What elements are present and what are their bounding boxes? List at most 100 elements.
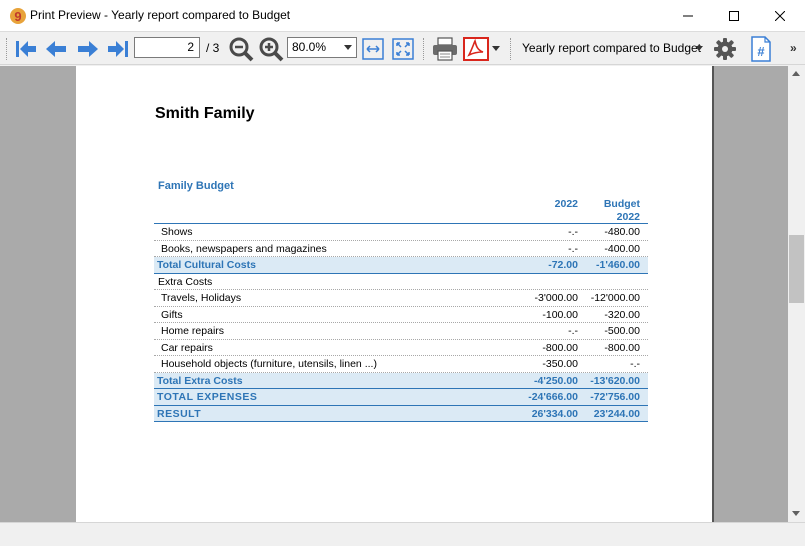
row-value-budget: -1'460.00: [596, 259, 640, 271]
row-value-2022: -4'250.00: [534, 374, 578, 387]
title-bar: 9 Print Preview - Yearly report compared…: [0, 0, 805, 32]
page-total-label: / 3: [206, 41, 220, 55]
zoom-select[interactable]: 80.0%: [287, 37, 357, 58]
maximize-button[interactable]: [711, 0, 757, 32]
row-value-budget: -12'000.00: [590, 292, 640, 304]
table-row: Gifts -100.00 -320.00: [154, 307, 648, 323]
export-dropdown-button[interactable]: [488, 35, 504, 62]
print-button[interactable]: [431, 35, 459, 62]
previous-page-button[interactable]: [42, 35, 70, 62]
row-value-2022: -350.00: [542, 358, 578, 370]
row-label: TOTAL EXPENSES: [157, 391, 258, 403]
zoom-in-icon: [259, 37, 284, 61]
table-row: Travels, Holidays -3'000.00 -12'000.00: [154, 290, 648, 307]
chevron-down-icon: [695, 46, 703, 51]
row-value-2022: -24'666.00: [528, 391, 578, 403]
row-value-budget: -500.00: [604, 325, 640, 337]
row-value-budget: -480.00: [604, 226, 640, 238]
row-value-2022: -.-: [568, 226, 578, 238]
minimize-icon: [683, 15, 693, 17]
fit-width-button[interactable]: [359, 35, 387, 62]
column-header-budget-line1: Budget: [603, 198, 640, 210]
banana-app-icon: 9: [10, 8, 26, 24]
row-label: Travels, Holidays: [161, 292, 242, 304]
export-pdf-button[interactable]: [462, 35, 490, 62]
zoom-value: 80.0%: [292, 40, 327, 54]
row-label: Extra Costs: [158, 275, 213, 288]
table-body: Shows -.- -480.00 Books, newspapers and mag…: [154, 224, 648, 422]
previous-page-icon: [46, 40, 66, 57]
row-label: Home repairs: [161, 325, 225, 337]
chevron-down-icon: [344, 45, 352, 50]
close-button[interactable]: [757, 0, 803, 32]
row-value-budget: -400.00: [604, 242, 640, 255]
budget-table: 2022 Budget 2022 Shows -.- -480.00 Books, n…: [154, 194, 648, 422]
row-value-budget: 23'244.00: [593, 407, 640, 420]
table-row: Household objects (furniture, utensils, …: [154, 356, 648, 373]
next-page-button[interactable]: [74, 35, 102, 62]
table-row: Total Cultural Costs -72.00 -1'460.00: [154, 257, 648, 274]
toolbar-grip[interactable]: [423, 38, 426, 60]
report-title: Family Budget: [158, 180, 234, 192]
vertical-scrollbar[interactable]: [788, 66, 805, 522]
row-value-2022: -800.00: [542, 341, 578, 354]
column-header-budget: Budget 2022: [604, 198, 640, 224]
report-page: Smith Family Family Budget 2022 Budget 2…: [76, 66, 712, 522]
row-value-2022: -72.00: [548, 259, 578, 271]
column-header-budget-line2: 2022: [616, 211, 640, 223]
row-label: Shows: [161, 226, 193, 238]
last-page-button[interactable]: [104, 35, 132, 62]
page-number-input[interactable]: 2: [134, 37, 200, 58]
scroll-up-icon[interactable]: [792, 71, 800, 76]
zoom-out-icon: [229, 37, 254, 61]
toolbar-grip[interactable]: [510, 38, 513, 60]
page-number-icon: #: [751, 35, 771, 62]
scroll-down-icon[interactable]: [792, 511, 800, 516]
table-row: Total Extra Costs -4'250.00 -13'620.00: [154, 372, 648, 389]
table-row: Shows -.- -480.00: [154, 224, 648, 241]
next-page-icon: [78, 40, 98, 57]
window-title: Print Preview - Yearly report compared t…: [30, 8, 291, 22]
fit-page-icon: [392, 37, 414, 60]
print-icon: [433, 36, 457, 61]
table-row: Home repairs -.- -500.00: [154, 323, 648, 340]
toolbar-grip[interactable]: [6, 38, 9, 60]
row-value-2022: -.-: [568, 242, 578, 255]
table-row: Books, newspapers and magazines -.- -400.0…: [154, 241, 648, 257]
row-value-2022: 26'334.00: [531, 407, 578, 420]
row-label: Total Extra Costs: [157, 374, 243, 387]
page-number-button[interactable]: #: [747, 35, 775, 62]
settings-icon: [714, 37, 736, 60]
table-row: RESULT 26'334.00 23'244.00: [154, 405, 648, 422]
scrollbar-thumb[interactable]: [789, 235, 804, 303]
last-page-icon: [108, 40, 128, 57]
table-row: Extra Costs: [154, 274, 648, 290]
report-select-value: Yearly report compared to Budget: [522, 41, 701, 55]
chevron-down-icon: [492, 45, 500, 51]
settings-button[interactable]: [711, 35, 739, 62]
minimize-button[interactable]: [665, 0, 711, 32]
table-row: Car repairs -800.00 -800.00: [154, 340, 648, 356]
table-header: 2022 Budget 2022: [154, 194, 648, 224]
zoom-in-button[interactable]: [257, 35, 285, 62]
family-title: Smith Family: [155, 105, 255, 122]
row-label: Household objects (furniture, utensils, …: [161, 358, 377, 370]
row-value-budget: -.-: [630, 358, 640, 370]
first-page-button[interactable]: [12, 35, 40, 62]
row-value-budget: -320.00: [604, 308, 640, 321]
preview-area[interactable]: Smith Family Family Budget 2022 Budget 2…: [0, 66, 788, 522]
row-value-budget: -13'620.00: [590, 374, 640, 387]
row-value-2022: -100.00: [542, 308, 578, 321]
report-select[interactable]: Yearly report compared to Budget: [517, 37, 707, 59]
row-label: Gifts: [161, 308, 183, 321]
svg-text:#: #: [757, 44, 765, 59]
status-bar: [0, 522, 805, 546]
close-icon: [775, 11, 785, 21]
preview-toolbar: 2 / 3 80.0% Yearly report compared to Bu…: [0, 32, 805, 65]
fit-page-button[interactable]: [389, 35, 417, 62]
maximize-icon: [729, 11, 739, 21]
column-header-2022: 2022: [554, 198, 578, 210]
row-value-budget: -800.00: [604, 341, 640, 354]
zoom-out-button[interactable]: [227, 35, 255, 62]
toolbar-overflow-button[interactable]: »: [790, 41, 797, 55]
